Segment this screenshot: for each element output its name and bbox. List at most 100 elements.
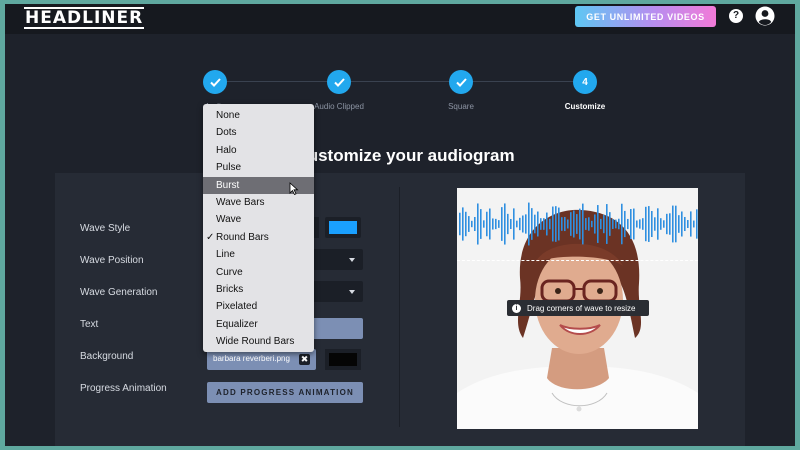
wave-bar (567, 219, 569, 229)
step-4-number[interactable]: 4 (573, 70, 597, 94)
wave-bar (657, 208, 659, 240)
wave-bar (501, 207, 503, 241)
wave-bar (516, 220, 518, 228)
wave-style-option[interactable]: Dots (203, 124, 314, 141)
wave-bar (645, 206, 647, 242)
wave-bar (510, 218, 512, 230)
wave-bar (639, 219, 641, 229)
wave-bar (558, 207, 560, 241)
wave-bar (519, 217, 521, 231)
wave-style-option[interactable]: None (203, 107, 314, 124)
wave-style-option[interactable]: Wide Round Bars (203, 333, 314, 350)
wave-style-option-label: Halo (216, 144, 237, 156)
wave-bar (672, 205, 674, 243)
wave-bar (582, 203, 584, 245)
wave-bar (552, 206, 554, 242)
wave-style-option[interactable]: ✓ Round Bars (203, 229, 314, 246)
wave-resize-box[interactable] (457, 188, 698, 261)
wave-bar (465, 211, 467, 237)
wave-style-option-label: None (216, 110, 240, 121)
audiogram-preview[interactable]: i Drag corners of wave to resize (457, 188, 698, 429)
wave-bar (564, 216, 566, 232)
get-unlimited-videos-button[interactable]: GET UNLIMITED VIDEOS (575, 6, 716, 27)
wave-bar (507, 213, 509, 235)
wave-bar (687, 220, 689, 228)
background-file-name: barbara reverberi.png (213, 354, 290, 363)
wave-bar (534, 214, 536, 234)
chevron-down-icon (349, 258, 355, 262)
wave-bar (690, 211, 692, 237)
background-color-swatch[interactable] (325, 349, 361, 370)
wave-bar (576, 214, 578, 234)
wave-bar (603, 214, 605, 234)
wave-bar (654, 217, 656, 231)
wave-bar (486, 211, 488, 237)
wave-style-option[interactable]: Line (203, 246, 314, 263)
add-progress-animation-button[interactable]: ADD PROGRESS ANIMATION (207, 382, 363, 403)
wave-bar (678, 215, 680, 233)
wave-bar (600, 218, 602, 230)
wave-color-swatch[interactable] (325, 217, 361, 238)
headliner-logo[interactable]: HEADLINER (24, 7, 145, 29)
wave-bar (624, 210, 626, 238)
wave-style-option[interactable]: Pulse (203, 159, 314, 176)
wave-bar (459, 212, 461, 236)
wave-style-option-label: Wide Round Bars (216, 336, 295, 348)
checkmark-icon: ✓ (206, 231, 215, 243)
wave-bar (555, 206, 557, 242)
background-label: Background (80, 351, 134, 362)
step-3-check-icon[interactable] (449, 70, 473, 94)
wave-bar (513, 208, 515, 240)
wave-style-option-label: Curve (216, 266, 243, 278)
wave-style-option-label: Bricks (216, 283, 244, 295)
remove-background-icon[interactable]: ✖ (299, 354, 310, 365)
wave-bar (660, 218, 662, 230)
wave-style-label: Wave Style (80, 223, 131, 234)
wave-bar (675, 205, 677, 243)
step-1-check-icon[interactable] (203, 70, 227, 94)
wave-style-option[interactable]: Curve (203, 264, 314, 281)
wave-bar (585, 218, 587, 230)
wave-style-option[interactable]: Wave Bars (203, 194, 314, 211)
wave-style-option[interactable]: Wave (203, 211, 314, 228)
wave-style-option-label: Pulse (216, 162, 242, 174)
wave-bar (504, 203, 506, 245)
wave-bar (474, 216, 476, 232)
wave-bar (627, 218, 629, 230)
step-3-label: Square (448, 102, 474, 111)
text-label: Text (80, 319, 99, 330)
wave-bar (633, 208, 635, 240)
wave-bar (618, 218, 620, 230)
wave-bar (636, 220, 638, 228)
wave-style-option[interactable]: Bricks (203, 281, 314, 298)
help-icon[interactable]: ? (729, 9, 743, 23)
resize-tooltip: i Drag corners of wave to resize (507, 300, 649, 316)
wave-bar (495, 218, 497, 230)
wave-style-option-label: Burst (216, 179, 240, 191)
wave-bar (492, 218, 494, 230)
wave-bar (579, 208, 581, 240)
wave-style-option[interactable]: Halo (203, 142, 314, 159)
wave-generation-label: Wave Generation (80, 287, 158, 298)
wave-bar (648, 206, 650, 242)
background-file-chip[interactable]: barbara reverberi.png ✖ (207, 349, 316, 370)
wave-bar (594, 214, 596, 234)
user-account-icon[interactable] (755, 6, 775, 26)
wave-bar (522, 215, 524, 233)
step-2-check-icon[interactable] (327, 70, 351, 94)
chevron-down-icon (349, 290, 355, 294)
wave-bar (528, 202, 530, 246)
wave-bar (597, 205, 599, 243)
wave-style-option-label: Wave Bars (216, 196, 265, 208)
panel-divider (399, 187, 400, 427)
wave-bar (561, 217, 563, 231)
wave-style-dropdown[interactable]: None Dots Halo Pulse Burst Wave Bars Wave ✓ Roun… (203, 104, 314, 352)
wave-bar (573, 210, 575, 238)
wave-bar (549, 218, 551, 230)
wave-style-option-label: Pixelated (216, 301, 258, 313)
wave-style-option[interactable]: Pixelated (203, 298, 314, 315)
wave-bar (651, 210, 653, 238)
wave-style-option[interactable]: Equalizer (203, 316, 314, 333)
wave-bar (669, 213, 671, 235)
wave-bar (543, 218, 545, 230)
